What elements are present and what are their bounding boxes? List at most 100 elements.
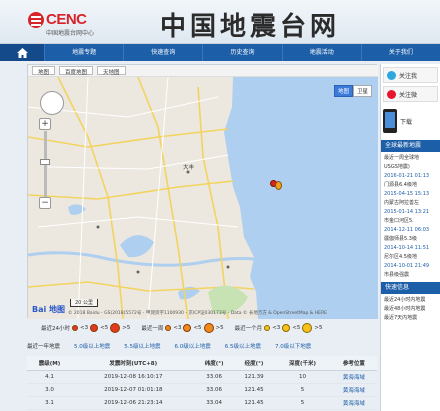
weibo-button[interactable]: 关注微 — [383, 86, 438, 102]
follow-label: 关注我 — [399, 72, 418, 80]
quick-info-list: 最近24小时内地震 最近48小时内地震 最近7天内地震 — [381, 294, 440, 325]
nav-home-button[interactable] — [0, 44, 44, 61]
map-scale: 20 公里 — [70, 299, 98, 307]
earthquake-table: 震级(M) 发震时刻(UTC+8) 纬度(°) 经度(°) 深度(千米) 参考位… — [27, 356, 377, 410]
weibo-label: 关注微 — [399, 91, 418, 99]
filter-6-5[interactable]: 6.5级以上地震 — [225, 342, 261, 352]
list-item[interactable]: 最近48小时内地震 — [384, 305, 437, 313]
list-item[interactable]: 最近一周全球地 — [384, 154, 437, 162]
list-item[interactable]: 2014-10-01 21:49 市县级强震 — [384, 262, 437, 279]
legend-value: <3 — [173, 325, 182, 331]
list-item[interactable]: 2014-12-11 06:03 疆伽师县5.3级 — [384, 226, 437, 243]
col-location: 参考位置 — [330, 356, 377, 371]
legend-dot — [72, 325, 78, 331]
list-item[interactable]: 最近24小时内地震 — [384, 296, 437, 304]
legend-dot — [282, 324, 291, 332]
col-depth: 深度(千米) — [274, 356, 331, 371]
list-item[interactable]: 2015-01-14 13:21 市金口河区5. — [384, 208, 437, 225]
news-date: 2015-04-15 15:13 — [384, 191, 430, 197]
news-text: 市县级强震 — [384, 272, 410, 278]
legend-value: <3 — [272, 325, 281, 331]
app-download[interactable]: 下载 — [383, 106, 438, 136]
cell-time: 2019-12-08 16:10:17 — [72, 370, 195, 384]
pan-icon[interactable] — [40, 91, 64, 115]
legend-value: >5 — [314, 325, 323, 331]
site-title: 中国地震台网 — [160, 12, 341, 42]
filter-last-year[interactable]: 最近一年地震 — [27, 342, 60, 352]
col-lon: 经度(°) — [233, 356, 275, 371]
map-tab-tianditu[interactable]: 天地图 — [97, 66, 126, 76]
cenc-logo-mark-icon — [28, 12, 44, 28]
logo-subtitle: 中国地震台网中心 — [46, 30, 95, 37]
legend-group-24h: 最近24小时 <3 <5 >5 — [41, 323, 130, 333]
weibo-icon — [387, 89, 396, 99]
zoom-in-icon[interactable]: + — [39, 118, 51, 130]
map-tab-map[interactable]: 地图 — [32, 66, 56, 76]
main-nav: 地震专题 快速查询 历史查询 地震活动 关于我们 — [0, 44, 440, 61]
map-type-switch: 地图 卫星 — [333, 85, 372, 97]
news-date: 2014-10-14 11:51 — [384, 245, 430, 251]
news-date: 2015-01-14 13:21 — [384, 209, 430, 215]
nav-item-about[interactable]: 关于我们 — [360, 44, 440, 61]
list-item[interactable]: 最近7天内地震 — [384, 314, 437, 322]
col-magnitude: 震级(M) — [27, 356, 73, 371]
legend-dot — [165, 325, 172, 331]
legend-value: >5 — [215, 325, 224, 331]
legend-dot — [110, 323, 121, 333]
filter-5-0[interactable]: 5.0级以上地震 — [74, 342, 110, 352]
legend-group-month: 最近一个月 <3 <5 >5 — [235, 323, 323, 333]
follow-button[interactable]: 关注我 — [383, 67, 438, 83]
legend-label: 最近24小时 — [41, 326, 70, 332]
earthquake-map[interactable]: 大丰 地图 卫星 + − Bai 地图 20 公里 © 2018 Baidu -… — [28, 77, 378, 319]
quick-info-header: 快速信息 — [381, 282, 440, 294]
legend-value: <3 — [80, 325, 89, 331]
col-lat: 纬度(°) — [194, 356, 234, 371]
list-item[interactable]: 2014-10-14 11:51 尼尔区4.5级地 — [384, 244, 437, 261]
map-type-satellite[interactable]: 卫星 — [352, 85, 372, 97]
map-source-tabs: 地图 百度地图 天地图 — [28, 65, 378, 77]
table-header-row: 震级(M) 发震时刻(UTC+8) 纬度(°) 经度(°) 深度(千米) 参考位… — [27, 356, 377, 371]
cell-lat: 33.06 — [194, 383, 234, 397]
news-text: USGS地震) — [384, 164, 410, 170]
cell-location-link[interactable]: 黄海海域 — [330, 383, 377, 397]
cell-lon: 121.39 — [233, 370, 275, 384]
list-item[interactable]: 2015-04-15 15:13 内蒙古阿拉善左 — [384, 190, 437, 207]
filter-6-0[interactable]: 6.0级以上地震 — [175, 342, 211, 352]
legend-value: <5 — [193, 325, 202, 331]
list-item[interactable]: 2016-01-21 01:13 门源县6.4级地 — [384, 172, 437, 189]
cell-location-link[interactable]: 黄海海域 — [330, 370, 377, 384]
cell-time: 2019-12-06 21:23:14 — [72, 396, 195, 410]
legend-dot — [264, 325, 271, 331]
news-date: 2014-10-01 21:49 — [384, 263, 430, 269]
nav-item-activity[interactable]: 地震活动 — [281, 44, 361, 61]
cell-depth: 10 — [274, 370, 331, 384]
map-panel: 地图 百度地图 天地图 大丰 地图 卫星 + − Bai 地图 20 公里 © … — [27, 64, 378, 319]
legend-group-week: 最近一周 <3 <5 >5 — [141, 323, 224, 333]
nav-item-topics[interactable]: 地震专题 — [44, 44, 123, 61]
page: { "header": { "logo_text": "CENC", "logo… — [0, 0, 440, 411]
map-tab-baidu[interactable]: 百度地图 — [59, 66, 94, 76]
cell-location-link[interactable]: 黄海海域 — [330, 396, 377, 410]
filter-7-0[interactable]: 7.0级以下地震 — [275, 342, 311, 352]
quake-marker-2[interactable] — [275, 181, 282, 190]
legend-dot — [302, 323, 313, 333]
cenc-logo[interactable]: CENC 中国地震台网中心 — [28, 11, 94, 38]
legend-label: 最近一周 — [141, 326, 164, 332]
table-row: 3.1 2019-12-06 21:23:14 33.04 121.45 5 黄… — [27, 396, 377, 410]
baidu-logo: Bai 地图 — [32, 305, 66, 314]
cell-magnitude: 3.0 — [27, 383, 73, 397]
legend-dot — [203, 323, 214, 333]
nav-item-history[interactable]: 历史查询 — [202, 44, 281, 61]
download-label: 下载 — [400, 118, 413, 126]
phone-icon — [383, 109, 397, 133]
zoom-control: + − — [36, 91, 64, 209]
map-type-map[interactable]: 地图 — [333, 85, 353, 97]
zoom-out-icon[interactable]: − — [39, 197, 51, 209]
col-time: 发震时刻(UTC+8) — [72, 356, 195, 371]
filter-5-5[interactable]: 5.5级以上地震 — [124, 342, 160, 352]
legend-dot — [90, 324, 99, 332]
nav-item-quick-search[interactable]: 快速查询 — [123, 44, 202, 61]
zoom-slider-handle[interactable] — [40, 159, 50, 165]
list-item[interactable]: USGS地震) — [384, 163, 437, 171]
global-quakes-header: 全球最新地震 — [381, 140, 440, 152]
